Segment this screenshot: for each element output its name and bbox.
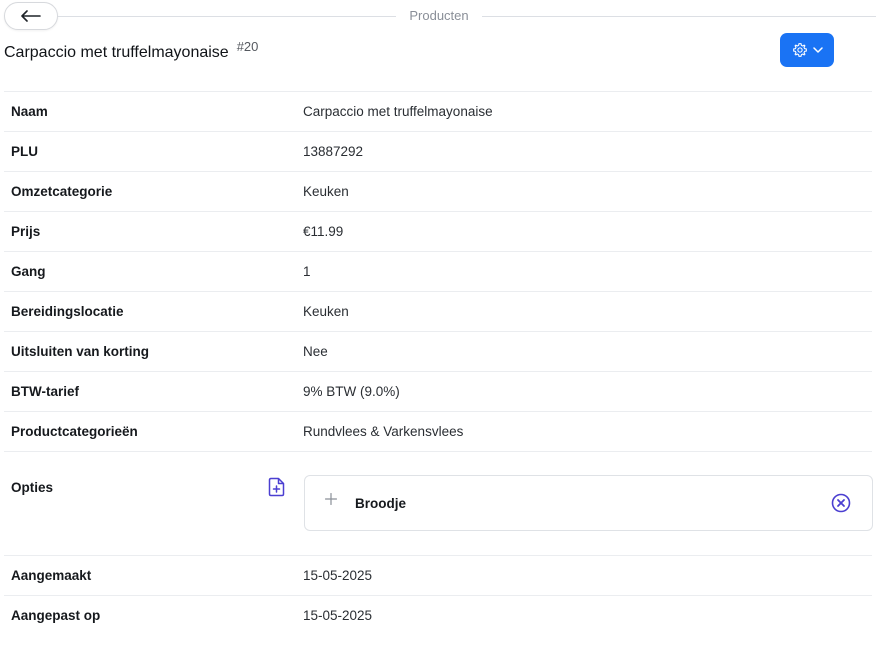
meta-label: Aangemaakt [11,568,92,583]
detail-label: Prijs [11,224,41,239]
gear-icon [792,43,807,57]
detail-row-productcategorieen: Productcategorieën Rundvlees & Varkensvl… [4,411,872,451]
product-title: Carpaccio met truffelmayonaise [4,44,229,61]
detail-row-omzetcategorie: Omzetcategorie Keuken [4,171,872,211]
detail-label: PLU [11,144,38,159]
detail-row-plu: PLU 13887292 [4,131,872,171]
back-button[interactable] [4,2,58,30]
remove-circle-icon[interactable] [831,493,851,513]
top-bar: Producten [0,0,880,32]
arrow-left-icon [21,10,41,22]
add-document-icon[interactable] [268,477,286,497]
detail-label: Naam [11,104,48,119]
section-title: Producten [409,8,469,23]
option-item-label: Broodje [355,496,407,511]
meta-value: 15-05-2025 [303,608,373,623]
detail-label: BTW-tarief [11,384,79,399]
divider-right [482,16,876,17]
divider-left [58,16,396,17]
detail-row-korting: Uitsluiten van korting Nee [4,331,872,371]
detail-label: Uitsluiten van korting [11,344,150,359]
detail-row-gang: Gang 1 [4,251,872,291]
detail-label: Bereidingslocatie [11,304,124,319]
detail-value: Nee [303,344,328,359]
detail-label: Productcategorieën [11,424,138,439]
detail-label: Omzetcategorie [11,184,113,199]
detail-row-prijs: Prijs €11.99 [4,211,872,251]
detail-value: Keuken [303,304,349,319]
product-id: #20 [236,39,259,54]
product-details: Naam Carpaccio met truffelmayonaise PLU … [4,91,873,635]
detail-row-btw: BTW-tarief 9% BTW (9.0%) [4,371,872,411]
detail-row-aangepast: Aangepast op 15-05-2025 [4,595,872,635]
detail-value: Carpaccio met truffelmayonaise [303,104,493,119]
plus-icon[interactable] [325,493,337,505]
chevron-down-icon [812,47,823,53]
detail-value: 13887292 [303,144,364,159]
detail-row-naam: Naam Carpaccio met truffelmayonaise [4,91,872,131]
detail-row-bereidingslocatie: Bereidingslocatie Keuken [4,291,872,331]
detail-value: €11.99 [303,224,344,239]
detail-value: 9% BTW (9.0%) [303,384,400,399]
detail-value: 1 [303,264,311,279]
meta-value: 15-05-2025 [303,568,373,583]
detail-label: Gang [11,264,46,279]
page-title: Carpaccio met truffelmayonaise #20 [4,39,258,62]
meta-label: Aangepast op [11,608,101,623]
detail-row-opties: Opties Broodje [4,451,873,555]
option-item[interactable]: Broodje [304,475,873,531]
settings-menu-button[interactable] [780,33,834,67]
detail-value: Rundvlees & Varkensvlees [303,424,464,439]
detail-row-aangemaakt: Aangemaakt 15-05-2025 [4,555,872,595]
detail-value: Keuken [303,184,349,199]
options-label: Opties [11,480,54,495]
